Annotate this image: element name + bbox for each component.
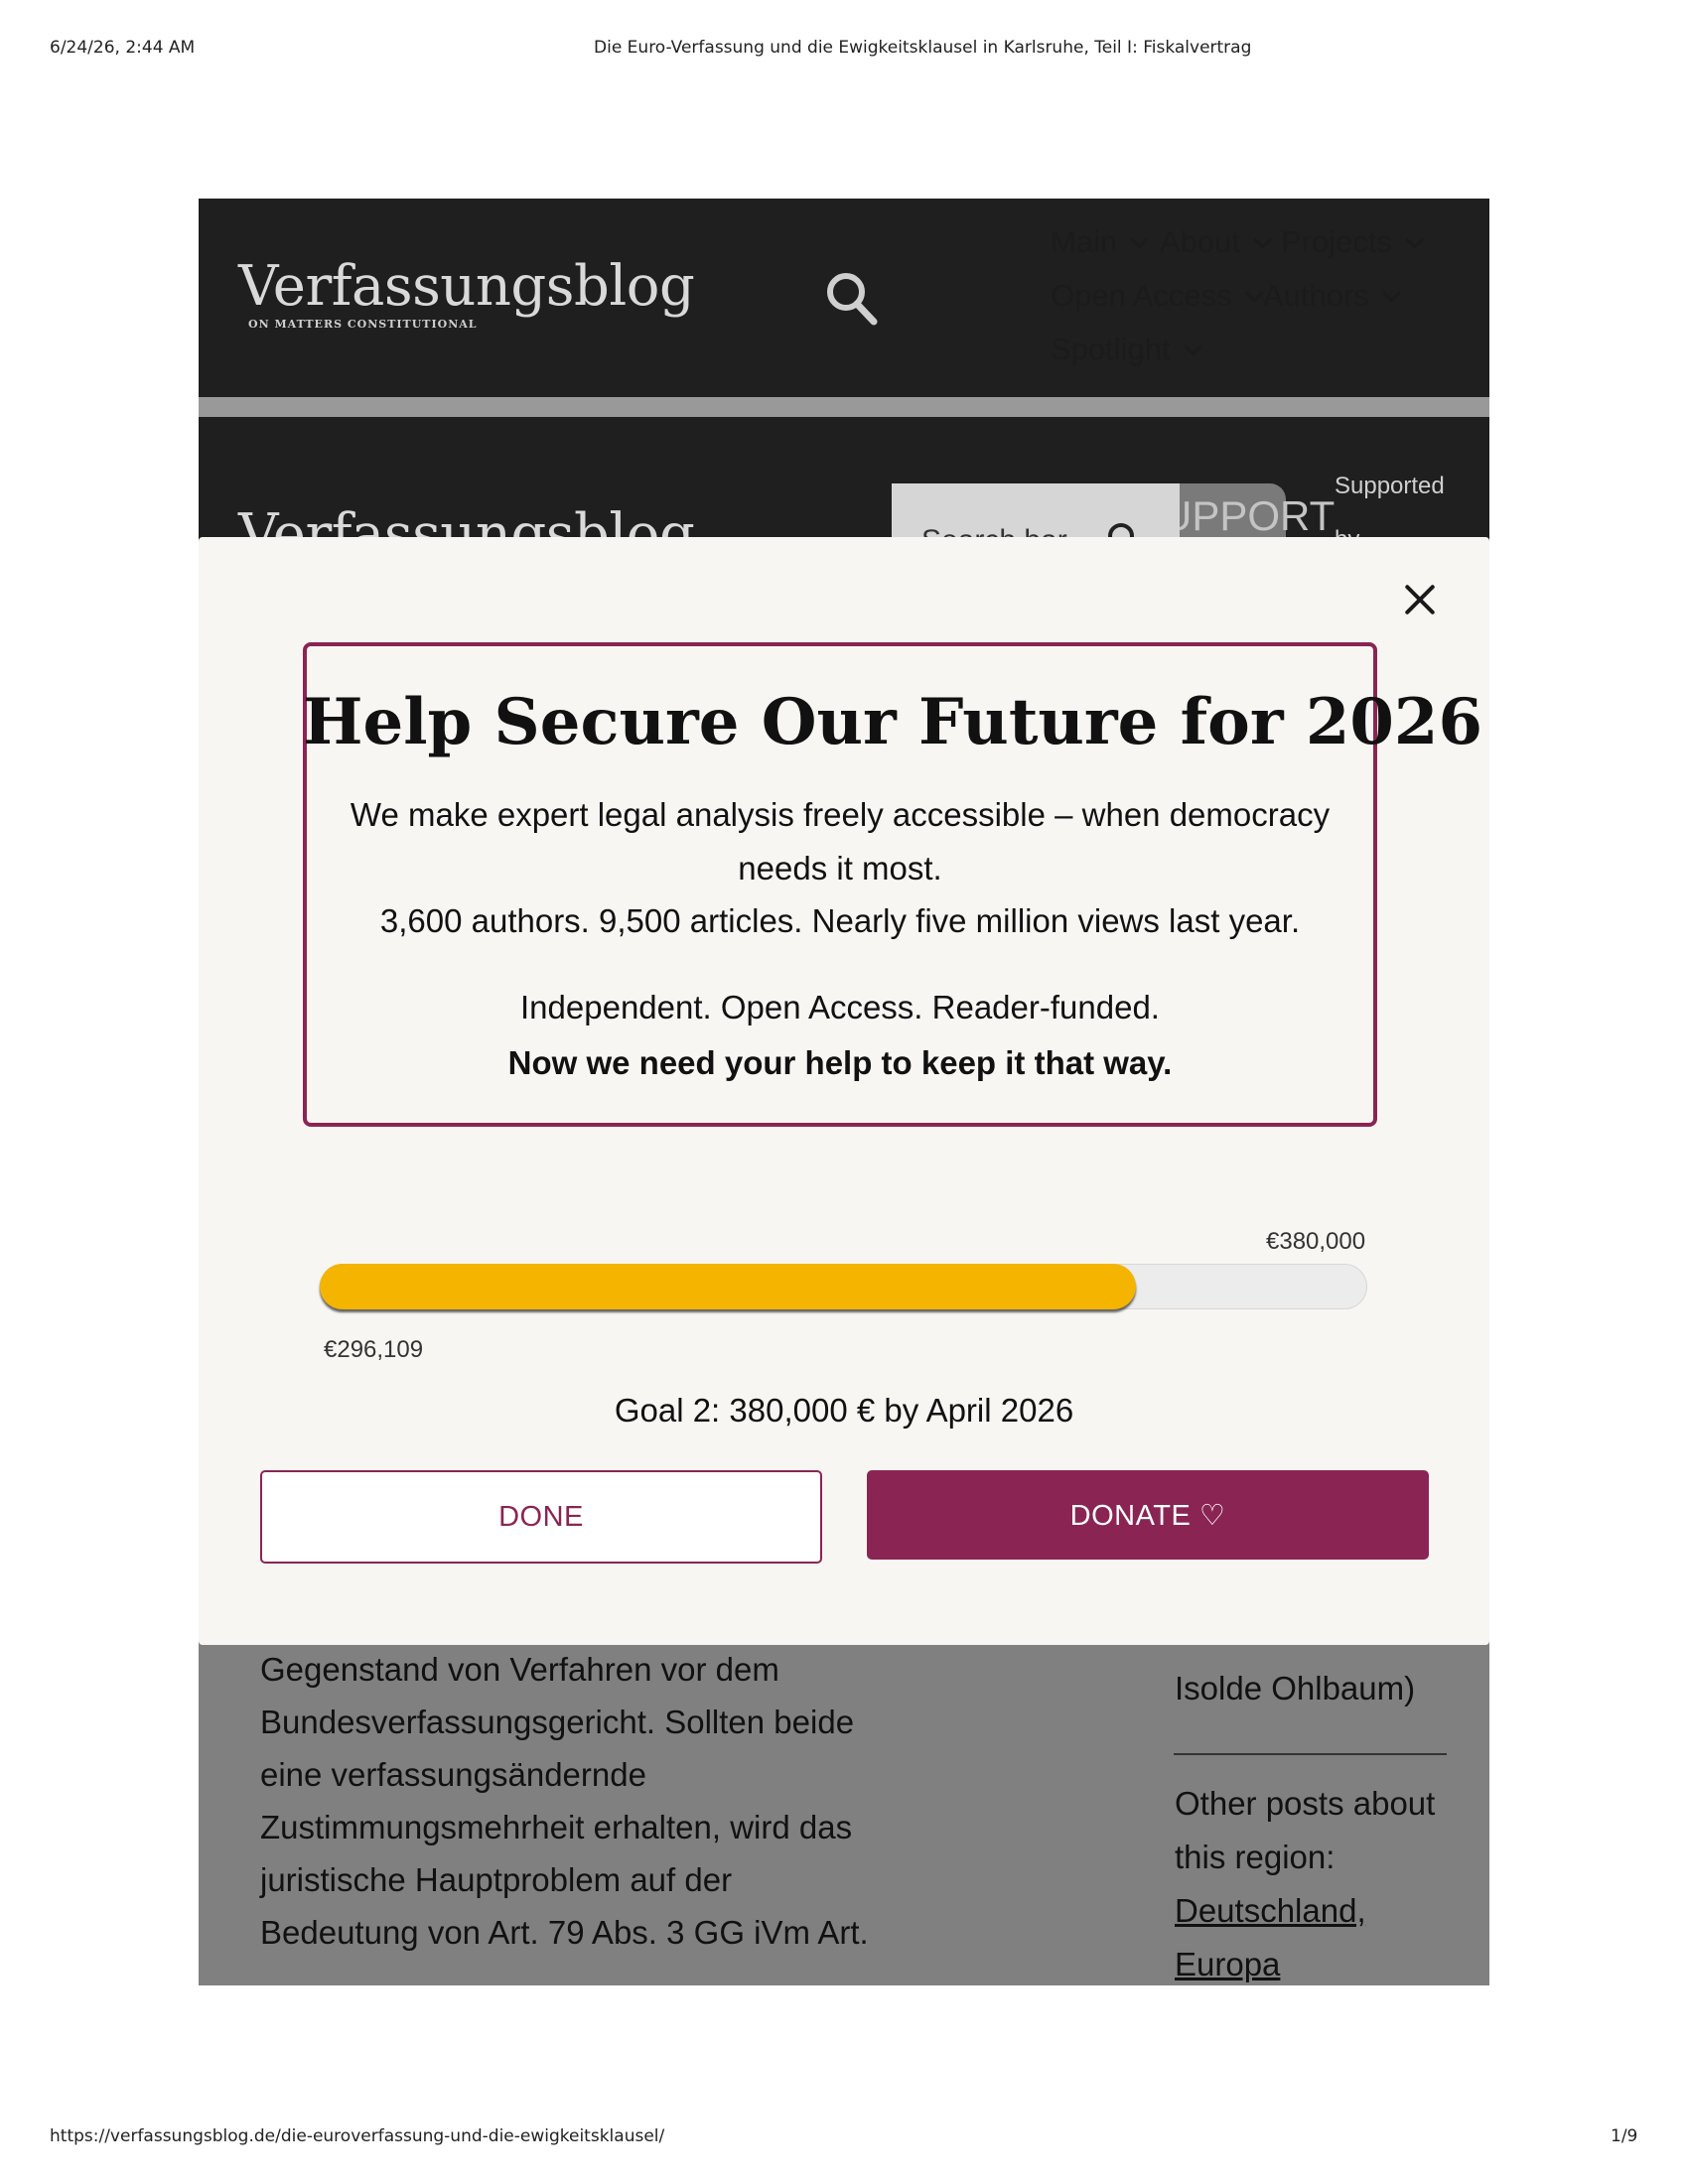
site-logo-tagline: ON MATTERS CONSTITUTIONAL bbox=[248, 318, 478, 331]
print-datetime: 6/24/26, 2:44 AM bbox=[50, 38, 196, 58]
other-posts-label: Other posts about bbox=[1175, 1785, 1436, 1822]
nav-item-open-access[interactable]: Open Access bbox=[1051, 278, 1264, 314]
article-line: Gegenstand von Verfahren vor dem bbox=[260, 1651, 779, 1688]
donate-button[interactable]: DONATE ♡ bbox=[867, 1470, 1429, 1560]
current-amount: €296,109 bbox=[324, 1336, 424, 1363]
chevron-down-icon bbox=[1130, 230, 1149, 249]
appeal-line: We make expert legal analysis freely acc… bbox=[350, 796, 1331, 833]
article-line: eine verfassungsändernde bbox=[260, 1756, 646, 1793]
chevron-down-icon bbox=[1253, 230, 1272, 249]
nav-item-projects[interactable]: Projects bbox=[1281, 224, 1424, 260]
done-button-label: DONE bbox=[498, 1500, 584, 1533]
appeal-stats: 3,600 authors. 9,500 articles. Nearly fi… bbox=[379, 902, 1301, 939]
goal-amount: €380,000 bbox=[1266, 1228, 1366, 1255]
nav-item-main[interactable]: Main bbox=[1051, 224, 1149, 260]
header-divider bbox=[199, 397, 1489, 417]
nav-item-open-access-label: Open Access bbox=[1051, 278, 1232, 313]
nav-item-spotlight-label: Spotlight bbox=[1051, 332, 1171, 366]
nav-item-projects-label: Projects bbox=[1281, 224, 1392, 259]
print-document-title: Die Euro-Verfassung und die Ewigkeitskla… bbox=[594, 38, 1252, 58]
appeal-line: needs it most. bbox=[738, 850, 942, 887]
chevron-down-icon bbox=[1244, 284, 1264, 303]
sidebar-divider bbox=[1174, 1753, 1447, 1755]
nav-item-authors[interactable]: Authors bbox=[1263, 278, 1401, 314]
region-link-europa[interactable]: Europa bbox=[1175, 1946, 1280, 1982]
nav-item-authors-label: Authors bbox=[1263, 278, 1369, 313]
article-line: Zustimmungsmehrheit erhalten, wird das bbox=[260, 1809, 853, 1845]
article-line: Bundesverfassungsgericht. Sollten beide bbox=[260, 1704, 855, 1740]
search-icon[interactable] bbox=[824, 270, 880, 328]
appeal-call-to-action: Now we need your help to keep it that wa… bbox=[507, 1044, 1173, 1081]
nav-item-about-label: About bbox=[1160, 224, 1241, 259]
photo-credit: Isolde Ohlbaum) bbox=[1175, 1670, 1416, 1706]
article-line: juristische Hauptproblem auf der bbox=[260, 1861, 733, 1898]
chevron-down-icon bbox=[1382, 284, 1401, 303]
region-link-deutschland[interactable]: Deutschland, bbox=[1175, 1892, 1366, 1929]
chevron-down-icon bbox=[1405, 230, 1424, 249]
site-logo[interactable]: Verfassungsblog bbox=[238, 254, 695, 319]
print-url: https://verfassungsblog.de/die-euroverfa… bbox=[50, 2126, 665, 2146]
appeal-values: Independent. Open Access. Reader-funded. bbox=[520, 989, 1160, 1025]
goal-description: Goal 2: 380,000 € by April 2026 bbox=[614, 1392, 1074, 1429]
region-label: this region: bbox=[1175, 1839, 1336, 1875]
progress-bar-fill bbox=[320, 1264, 1136, 1309]
print-page-number: 1/9 bbox=[1611, 2126, 1638, 2146]
supported-by-label: Supported bbox=[1335, 473, 1445, 499]
chevron-down-icon bbox=[1183, 338, 1202, 356]
donate-button-label: DONATE ♡ bbox=[1069, 1499, 1226, 1532]
article-body: Gegenstand von Verfahren vor dem Bundesv… bbox=[260, 1643, 896, 1959]
sidebar-region-block: Other posts about this region: Deutschla… bbox=[1175, 1777, 1435, 1991]
nav-item-about[interactable]: About bbox=[1160, 224, 1272, 260]
close-icon[interactable] bbox=[1398, 578, 1442, 621]
nav-item-main-label: Main bbox=[1051, 224, 1118, 259]
modal-headline: Help Secure Our Future for 2026 bbox=[303, 685, 1482, 759]
article-line: Bedeutung von Art. 79 Abs. 3 GG iVm Art. bbox=[260, 1914, 869, 1951]
nav-item-spotlight[interactable]: Spotlight bbox=[1051, 332, 1202, 367]
done-button[interactable]: DONE bbox=[260, 1470, 822, 1564]
